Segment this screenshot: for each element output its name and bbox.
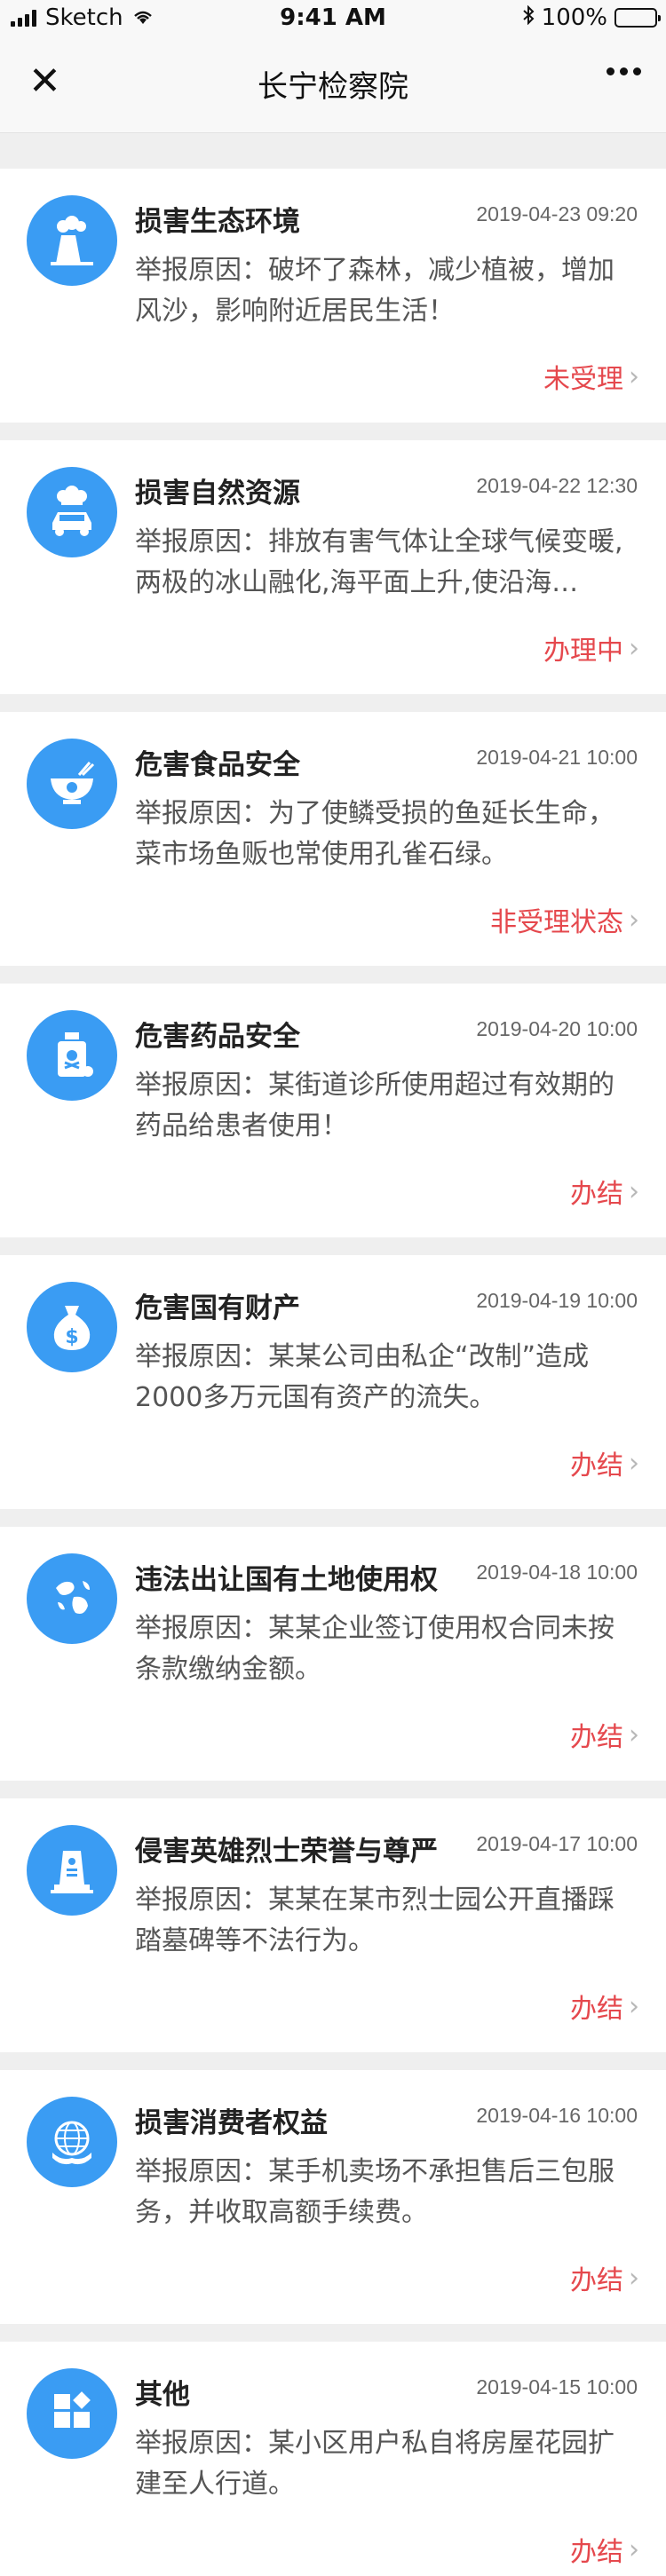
item-title: 侵害英雄烈士荣誉与尊严 <box>135 1836 438 1868</box>
list-item[interactable]: 损害生态环境 2019-04-23 09:20 举报原因：破坏了森林，减少植被，… <box>0 169 666 423</box>
status-link[interactable]: 办结 › <box>570 1443 639 1482</box>
item-date: 2019-04-18 10:00 <box>476 1561 638 1584</box>
item-date: 2019-04-15 10:00 <box>476 2375 638 2398</box>
list-item[interactable]: $ 危害国有财产 2019-04-19 10:00 举报原因：某某公司由私企“改… <box>0 1255 666 1509</box>
item-title: 危害药品安全 <box>135 1021 300 1053</box>
status-label: 办结 <box>570 1450 623 1482</box>
status-link[interactable]: 办结 › <box>570 1987 639 2026</box>
status-label: 办结 <box>570 1722 623 1753</box>
item-date: 2019-04-23 09:20 <box>476 202 638 225</box>
item-date: 2019-04-19 10:00 <box>476 1289 638 1312</box>
item-description: 举报原因：为了使鳞受损的鱼延长生命，菜市场鱼贩也常使用孔雀石绿。 <box>135 798 614 870</box>
item-title: 危害食品安全 <box>135 749 300 781</box>
chevron-right-icon: › <box>629 1175 639 1207</box>
page-title: 长宁检察院 <box>258 69 408 105</box>
battery-percent: 100% <box>541 4 607 31</box>
list-item[interactable]: 侵害英雄烈士荣誉与尊严 2019-04-17 10:00 举报原因：某某在某市烈… <box>0 1798 666 2052</box>
report-list: 损害生态环境 2019-04-23 09:20 举报原因：破坏了森林，减少植被，… <box>0 133 666 2576</box>
item-date: 2019-04-17 10:00 <box>476 1832 638 1855</box>
status-bar: Sketch 9:41 AM 100% <box>0 0 666 36</box>
status-right: 100% <box>522 4 661 31</box>
item-description: 举报原因：破坏了森林，减少植被，增加风沙，影响附近居民生活！ <box>135 255 614 327</box>
item-title: 其他 <box>135 2379 190 2411</box>
item-date: 2019-04-21 10:00 <box>476 746 638 769</box>
item-description: 举报原因：某某在某市烈士园公开直播踩踏墓碑等不法行为。 <box>135 1885 614 1956</box>
consumer-globe-icon <box>27 2097 117 2187</box>
item-description: 举报原因：某某企业签订使用权合同未按条款缴纳金额。 <box>135 1613 614 1685</box>
chevron-right-icon: › <box>629 1447 639 1479</box>
chevron-right-icon: › <box>629 904 639 936</box>
item-title: 违法出让国有土地使用权 <box>135 1564 438 1596</box>
item-description: 举报原因：排放有害气体让全球气候变暖,两极的冰山融化,海平面上升,使沿海… <box>135 526 623 598</box>
list-item[interactable]: 危害食品安全 2019-04-21 10:00 举报原因：为了使鳞受损的鱼延长生… <box>0 712 666 966</box>
bluetooth-icon <box>522 4 535 31</box>
chevron-right-icon: › <box>629 2533 639 2565</box>
status-link[interactable]: 办结 › <box>570 2258 639 2297</box>
status-label: 办理中 <box>543 636 623 667</box>
nav-bar: ✕ 长宁检察院 <box>0 36 666 133</box>
battery-icon <box>614 8 661 28</box>
more-icon[interactable] <box>607 67 641 75</box>
item-description: 举报原因：某手机卖场不承担售后三包服务，并收取高额手续费。 <box>135 2156 614 2228</box>
poison-bottle-icon <box>27 1010 117 1101</box>
status-label: 办结 <box>570 1994 623 2025</box>
list-item[interactable]: 违法出让国有土地使用权 2019-04-18 10:00 举报原因：某某企业签订… <box>0 1527 666 1781</box>
money-bag-icon: $ <box>27 1282 117 1372</box>
list-item[interactable]: 危害药品安全 2019-04-20 10:00 举报原因：某街道诊所使用超过有效… <box>0 984 666 1237</box>
item-title: 损害消费者权益 <box>135 2107 328 2139</box>
factory-icon <box>27 195 117 286</box>
item-description: 举报原因：某小区用户私自将房屋花园扩建至人行道。 <box>135 2428 614 2500</box>
status-label: 办结 <box>570 2537 623 2568</box>
chevron-right-icon: › <box>629 2262 639 2294</box>
item-title: 损害生态环境 <box>135 206 300 238</box>
chevron-right-icon: › <box>629 360 639 392</box>
status-label: 办结 <box>570 2265 623 2296</box>
item-date: 2019-04-22 12:30 <box>476 474 638 497</box>
status-link[interactable]: 未受理 › <box>543 357 639 396</box>
status-label: 办结 <box>570 1179 623 1210</box>
item-date: 2019-04-20 10:00 <box>476 1017 638 1040</box>
list-item[interactable]: 损害自然资源 2019-04-22 12:30 举报原因：排放有害气体让全球气候… <box>0 440 666 694</box>
chevron-right-icon: › <box>629 1990 639 2022</box>
item-title: 危害国有财产 <box>135 1292 300 1324</box>
status-link[interactable]: 办理中 › <box>543 628 639 668</box>
item-date: 2019-04-16 10:00 <box>476 2104 638 2127</box>
monument-icon <box>27 1825 117 1916</box>
list-item[interactable]: 损害消费者权益 2019-04-16 10:00 举报原因：某手机卖场不承担售后… <box>0 2070 666 2324</box>
list-item[interactable]: 其他 2019-04-15 10:00 举报原因：某小区用户私自将房屋花园扩建至… <box>0 2342 666 2576</box>
grid-shapes-icon <box>27 2368 117 2459</box>
status-link[interactable]: 办结 › <box>570 2530 639 2569</box>
status-link[interactable]: 办结 › <box>570 1172 639 1211</box>
car-pollution-icon <box>27 467 117 557</box>
item-description: 举报原因：某某公司由私企“改制”造成2000多万元国有资产的流失。 <box>135 1341 590 1413</box>
globe-land-icon <box>27 1553 117 1644</box>
status-link[interactable]: 非受理状态 › <box>490 900 639 939</box>
status-label: 未受理 <box>543 364 623 395</box>
chevron-right-icon: › <box>629 632 639 664</box>
svg-text:$: $ <box>65 1326 78 1348</box>
status-label: 非受理状态 <box>490 907 623 938</box>
item-title: 损害自然资源 <box>135 478 300 510</box>
status-link[interactable]: 办结 › <box>570 1715 639 1754</box>
chevron-right-icon: › <box>629 1719 639 1750</box>
item-description: 举报原因：某街道诊所使用超过有效期的药品给患者使用！ <box>135 1070 614 1142</box>
poison-bowl-icon <box>27 739 117 829</box>
